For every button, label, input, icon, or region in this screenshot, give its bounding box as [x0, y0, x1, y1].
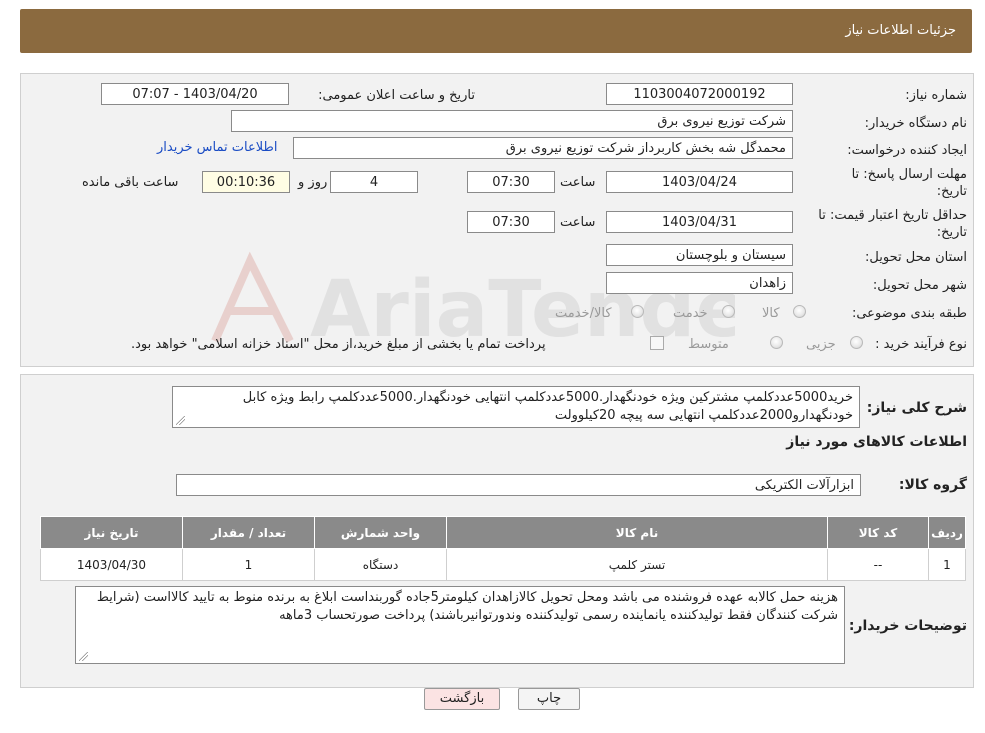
- col-code: کد کالا: [827, 516, 929, 549]
- treasury-checkbox[interactable]: [650, 336, 664, 350]
- cell-code: --: [827, 548, 929, 581]
- resize-handle[interactable]: [176, 416, 185, 425]
- process-radio-minor[interactable]: [850, 336, 863, 349]
- cell-unit: دستگاه: [314, 548, 447, 581]
- col-need-date: تاریخ نیاز: [40, 516, 183, 549]
- validity-time-label: ساعت: [560, 215, 596, 230]
- category-service-label: خدمت: [673, 306, 708, 321]
- city-field: زاهدان: [606, 272, 793, 294]
- announce-datetime-field: 1403/04/20 - 07:07: [101, 83, 289, 105]
- validity-date-field: 1403/04/31: [606, 211, 793, 233]
- validity-label-line2: تاریخ:: [936, 225, 967, 240]
- category-goods-label: کالا: [762, 306, 780, 321]
- process-medium-label: متوسط: [688, 337, 729, 352]
- need-number-field: 1103004072000192: [606, 83, 793, 105]
- province-label: استان محل تحویل:: [865, 250, 967, 265]
- requester-label: ایجاد کننده درخواست:: [847, 143, 967, 158]
- deadline-date-field: 1403/04/24: [606, 171, 793, 193]
- deadline-label-line1: مهلت ارسال پاسخ: تا: [851, 167, 967, 182]
- col-quantity: تعداد / مقدار: [182, 516, 315, 549]
- cell-name: تستر کلمپ: [446, 548, 828, 581]
- col-row: ردیف: [928, 516, 966, 549]
- validity-time-field: 07:30: [467, 211, 555, 233]
- city-label: شهر محل تحویل:: [872, 278, 967, 293]
- buyer-org-label: نام دستگاه خریدار:: [864, 116, 967, 131]
- buyer-notes-text: هزینه حمل کالابه عهده فروشنده می باشد وم…: [96, 590, 838, 623]
- col-name: نام کالا: [446, 516, 828, 549]
- goods-table-header: ردیف کد کالا نام کالا واحد شمارش تعداد /…: [40, 516, 966, 549]
- cell-quantity: 1: [182, 548, 315, 581]
- process-radio-medium[interactable]: [770, 336, 783, 349]
- buyer-contact-link[interactable]: اطلاعات تماس خریدار: [157, 140, 277, 155]
- back-button[interactable]: بازگشت: [424, 688, 500, 710]
- process-note: پرداخت تمام یا بخشی از مبلغ خرید،از محل …: [131, 337, 546, 352]
- days-label: روز و: [298, 175, 328, 190]
- goods-table: ردیف کد کالا نام کالا واحد شمارش تعداد /…: [40, 516, 966, 581]
- col-unit: واحد شمارش: [314, 516, 447, 549]
- time-remaining-label: ساعت باقی مانده: [82, 175, 179, 190]
- goods-group-field: ابزارآلات الکتریکی: [176, 474, 861, 496]
- deadline-time-label: ساعت: [560, 175, 596, 190]
- announce-label: تاریخ و ساعت اعلان عمومی:: [318, 88, 475, 103]
- description-text: خرید5000عددکلمپ مشترکین ویژه خودنگهدار.5…: [242, 390, 853, 423]
- process-label: نوع فرآیند خرید :: [875, 337, 967, 352]
- buyer-notes-label: توضیحات خریدار:: [848, 618, 967, 634]
- print-button[interactable]: چاپ: [518, 688, 580, 710]
- page-title: جزئیات اطلاعات نیاز: [845, 23, 956, 38]
- deadline-time-field: 07:30: [467, 171, 555, 193]
- page-header: جزئیات اطلاعات نیاز: [20, 9, 972, 53]
- category-goods-service-label: کالا/خدمت: [555, 306, 612, 321]
- category-radio-goods-service[interactable]: [631, 305, 644, 318]
- requester-field: محمدگل شه بخش کاربرداز شرکت توزیع نیروی …: [293, 137, 793, 159]
- category-radio-service[interactable]: [722, 305, 735, 318]
- process-minor-label: جزیی: [806, 337, 836, 352]
- table-row: 1 -- تستر کلمپ دستگاه 1 1403/04/30: [40, 548, 966, 581]
- days-remaining-field: 4: [330, 171, 418, 193]
- description-textarea: خرید5000عددکلمپ مشترکین ویژه خودنگهدار.5…: [172, 386, 860, 428]
- buyer-notes-textarea: هزینه حمل کالابه عهده فروشنده می باشد وم…: [75, 586, 845, 664]
- resize-handle[interactable]: [79, 652, 88, 661]
- category-radio-goods[interactable]: [793, 305, 806, 318]
- validity-label-line1: حداقل تاریخ اعتبار قیمت: تا: [818, 208, 967, 223]
- time-remaining-field: 00:10:36: [202, 171, 290, 193]
- category-label: طبقه بندی موضوعی:: [851, 306, 967, 321]
- deadline-label-line2: تاریخ:: [936, 184, 967, 199]
- province-field: سیستان و بلوچستان: [606, 244, 793, 266]
- cell-row: 1: [928, 548, 966, 581]
- buyer-org-field: شرکت توزیع نیروی برق: [231, 110, 793, 132]
- need-number-label: شماره نیاز:: [905, 88, 967, 103]
- cell-need-date: 1403/04/30: [40, 548, 183, 581]
- goods-section-title: اطلاعات کالاهای مورد نیاز: [786, 434, 967, 450]
- goods-group-label: گروه کالا:: [898, 477, 967, 493]
- description-label: شرح کلی نیاز:: [866, 400, 967, 416]
